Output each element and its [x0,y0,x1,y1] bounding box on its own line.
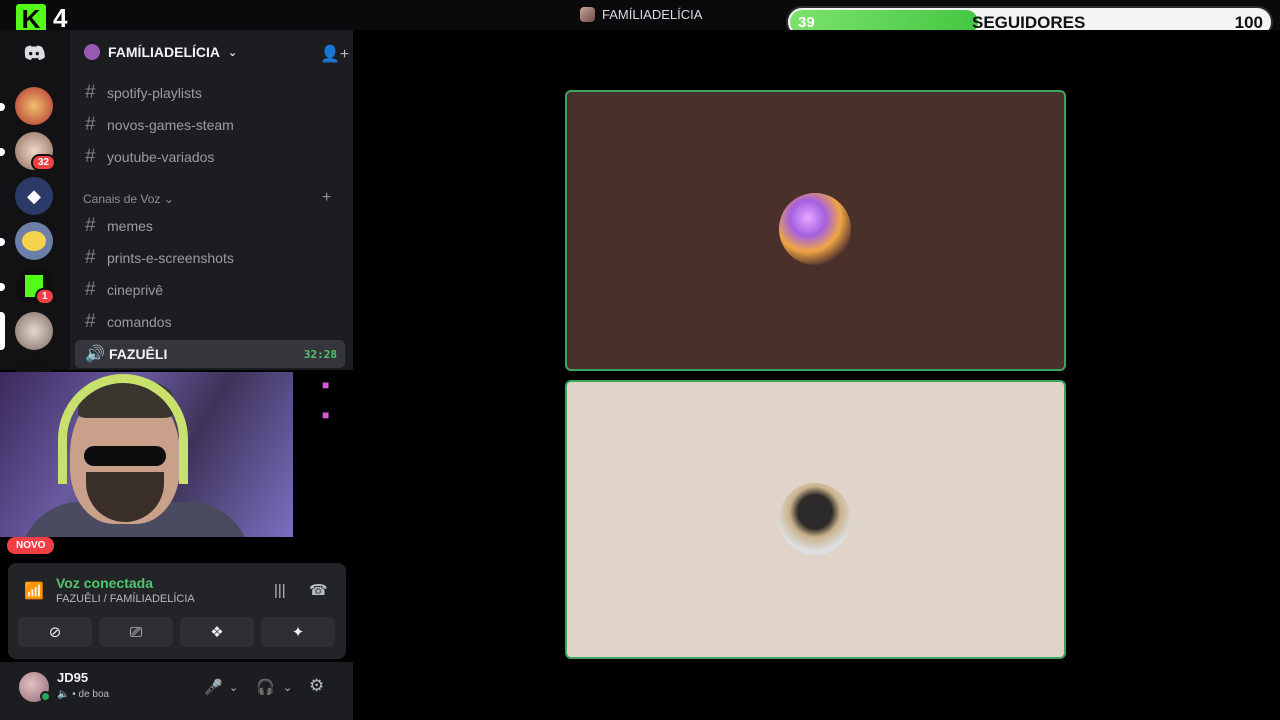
user-panel: JD95 🔈 • de boa 🎤 ⌄ 🎧 ⌄ ⚙ [0,662,353,720]
camera-off-button[interactable]: ⊘ [18,617,92,647]
speaker-icon: 🔊 [85,346,105,363]
unread-pip [0,238,5,246]
mention-badge: 1 [35,288,55,305]
window-title-text: FAMÍLIADELÍCIA [602,7,703,22]
channel-novos-games-steam[interactable]: # novos-games-steam [75,111,345,139]
hash-icon: # [85,146,96,167]
soundboard-button[interactable]: ✦ [261,617,335,647]
voice-location[interactable]: FAZUÊLI / FAMÍLIADELÍCIA [56,593,195,605]
channel-list: FAMÍLIADELÍCIA ⌄ 👤+ # spotify-playlists … [70,30,353,370]
selected-pip [0,312,5,350]
webcam-glasses [84,446,166,466]
window-title: FAMÍLIADELÍCIA [580,7,702,22]
hash-icon: # [85,215,96,236]
channel-label: youtube-variados [107,149,215,165]
channel-label: memes [107,218,153,234]
disconnect-icon[interactable]: ☎ [309,581,328,599]
hash-icon: # [85,279,96,300]
soundboard-icon: ✦ [291,624,305,641]
unread-pip [0,148,5,156]
chevron-down-icon[interactable]: ⌄ [229,681,238,694]
noise-suppression-icon[interactable]: ||| [274,582,286,599]
discord-home-icon[interactable] [15,34,53,72]
unread-pip [0,283,5,291]
participant-avatar [779,483,851,555]
voice-timer: 32:28 [303,347,337,361]
server-rail: 32 ◆ 1 [0,30,70,395]
channel-label: spotify-playlists [107,85,202,101]
share-screen-icon: ⎚ [129,623,142,641]
server-icon-anime[interactable] [15,87,53,125]
unread-pip [0,103,5,111]
participant-avatar [779,193,851,265]
channel-label: prints-e-screenshots [107,250,234,266]
server-icon [580,7,595,22]
server-name: FAMÍLIADELÍCIA [108,44,220,60]
online-status-dot [40,691,51,702]
hash-icon: # [85,311,96,332]
settings-gear-icon[interactable]: ⚙ [309,676,324,696]
invite-people-icon[interactable]: 👤+ [320,44,349,64]
game-activity-icon: ■ [322,408,330,422]
chevron-down-icon: ⌄ [228,46,238,59]
follower-current: 39 [798,14,815,31]
channel-spotify-playlists[interactable]: # spotify-playlists [75,79,345,107]
participant-tile[interactable] [565,380,1066,659]
app-window: FAMÍLIADELÍCIA ? — ☐ K 4 39 SEGUIDORES 1… [0,0,1280,720]
server-icon [84,44,100,60]
server-icon-voice[interactable] [15,312,53,350]
server-icon-dice[interactable]: ◆ [15,177,53,215]
voice-connection-panel: 📶 Voz conectada FAZUÊLI / FAMÍLIADELÍCIA… [8,563,346,659]
voice-category-label[interactable]: Canais de Voz ⌄ [83,192,174,206]
channel-youtube-variados[interactable]: # youtube-variados [75,143,345,171]
hash-icon: # [85,82,96,103]
channel-memes[interactable]: # memes [75,212,345,240]
share-screen-button[interactable]: ⎚ [99,617,173,647]
hash-icon: # [85,247,96,268]
streamer-webcam [0,372,293,537]
channel-prints-e-screenshots[interactable]: # prints-e-screenshots [75,244,345,272]
headphones-icon[interactable]: 🎧 [256,678,275,696]
signal-icon[interactable]: 📶 [24,581,44,601]
username[interactable]: JD95 [57,670,88,685]
add-channel-icon[interactable]: + [322,189,331,207]
activities-icon: ❖ [210,624,224,641]
server-header[interactable]: FAMÍLIADELÍCIA ⌄ [84,44,237,60]
channel-comandos[interactable]: # comandos [75,308,345,336]
microphone-icon[interactable]: 🎤 [204,678,223,696]
new-badge: NOVO [7,537,55,554]
channel-label: cineprivê [107,282,164,298]
user-status[interactable]: 🔈 • de boa [57,689,109,700]
hash-icon: # [85,114,96,135]
voice-stage [353,30,1280,720]
chevron-down-icon[interactable]: ⌄ [283,681,292,694]
server-icon-emoji[interactable] [15,222,53,260]
channel-fazueli-voice[interactable]: 🔊 FAZUÊLI 32:28 [75,340,345,368]
activities-button[interactable]: ❖ [180,617,254,647]
camera-off-icon: ⊘ [48,624,62,641]
channel-cineprive[interactable]: # cineprivê [75,276,345,304]
participant-tile[interactable] [565,90,1066,371]
channel-label: comandos [107,314,172,330]
mention-badge: 32 [31,154,57,171]
channel-label: FAZUÊLI [109,346,168,362]
channel-label: novos-games-steam [107,117,234,133]
game-activity-icon: ■ [322,378,330,392]
voice-status[interactable]: Voz conectada [56,575,153,591]
